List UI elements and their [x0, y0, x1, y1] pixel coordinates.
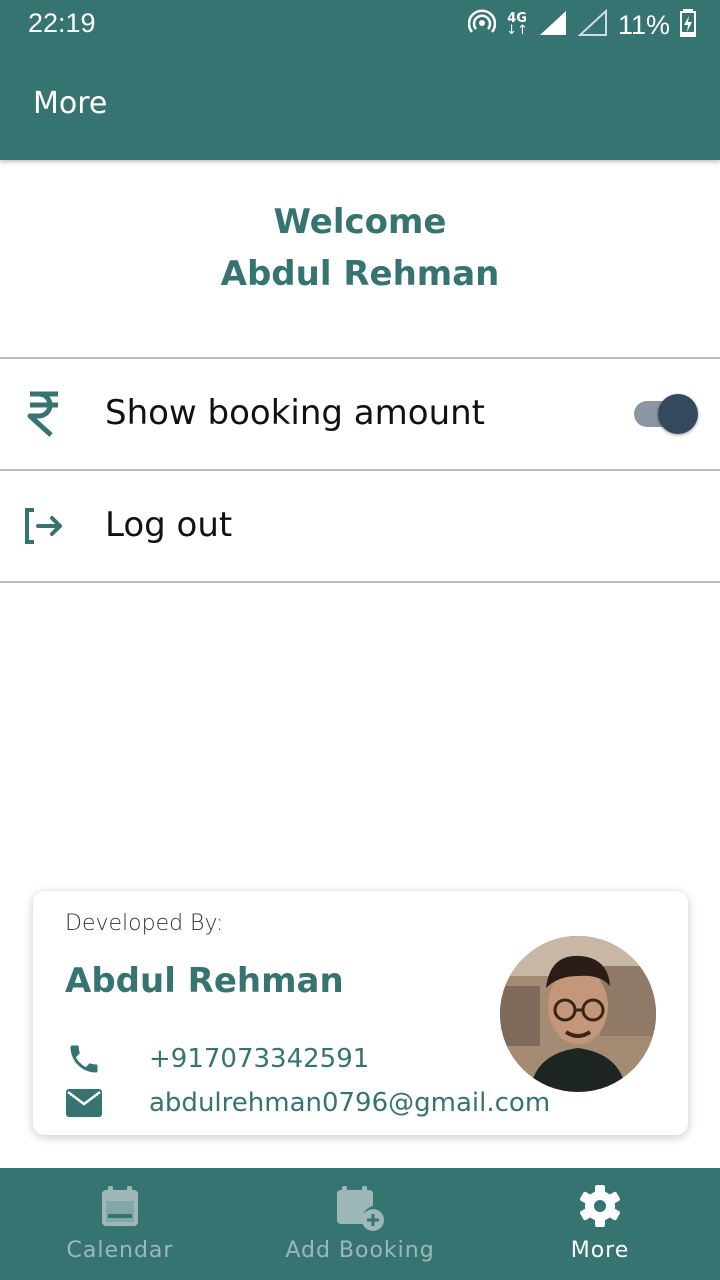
show-booking-amount-row[interactable]: Show booking amount [0, 359, 720, 469]
nav-label-more: More [570, 1238, 630, 1263]
developer-phone-text: +917073342591 [149, 1044, 370, 1074]
developer-avatar [500, 936, 656, 1092]
bottom-nav: Calendar Add Booking More [0, 1168, 720, 1280]
developer-card: Developed By: Abdul Rehman +917073342591… [33, 891, 688, 1135]
developed-by-label: Developed By: [65, 911, 224, 936]
nav-item-add-booking[interactable]: Add Booking [240, 1168, 480, 1280]
logout-row[interactable]: Log out [0, 471, 720, 581]
developer-name: Abdul Rehman [65, 961, 344, 1001]
developer-email-text: abdulrehman0796@gmail.com [149, 1088, 551, 1118]
gear-icon [480, 1184, 720, 1230]
rupee-icon [22, 389, 66, 439]
hotspot-icon [467, 9, 497, 41]
welcome-block: Welcome Abdul Rehman [0, 196, 720, 300]
status-icons: 4G ↓↑ 11% [467, 8, 696, 42]
toggle-thumb [658, 394, 698, 434]
calendar-add-icon [240, 1184, 480, 1231]
calendar-icon [0, 1184, 240, 1230]
developer-email[interactable]: abdulrehman0796@gmail.com [65, 1083, 550, 1123]
show-booking-amount-label: Show booking amount [105, 393, 485, 433]
developer-phone[interactable]: +917073342591 [65, 1039, 369, 1079]
signal-empty-icon [577, 8, 608, 41]
app-bar: More [0, 50, 720, 160]
phone-icon [65, 1042, 103, 1076]
nav-label-calendar: Calendar [66, 1238, 174, 1263]
logout-icon [22, 501, 66, 551]
network-type-icon: 4G ↓↑ [506, 12, 528, 38]
data-arrows-icon: ↓↑ [506, 23, 528, 38]
nav-item-calendar[interactable]: Calendar [0, 1168, 240, 1280]
battery-charging-icon [680, 9, 696, 41]
nav-item-more[interactable]: More [480, 1168, 720, 1280]
logout-label: Log out [105, 505, 233, 545]
nav-label-add-booking: Add Booking [285, 1238, 435, 1263]
welcome-label: Welcome [273, 202, 447, 242]
welcome-user-name: Abdul Rehman [220, 254, 500, 294]
battery-percent: 11% [617, 9, 670, 40]
envelope-icon [65, 1086, 103, 1120]
signal-full-icon [538, 9, 568, 41]
page-title: More [33, 86, 108, 121]
status-bar: 22:19 4G ↓↑ 11% [0, 0, 720, 50]
show-booking-amount-toggle[interactable] [630, 393, 698, 435]
divider [0, 581, 720, 583]
status-time: 22:19 [28, 8, 96, 38]
